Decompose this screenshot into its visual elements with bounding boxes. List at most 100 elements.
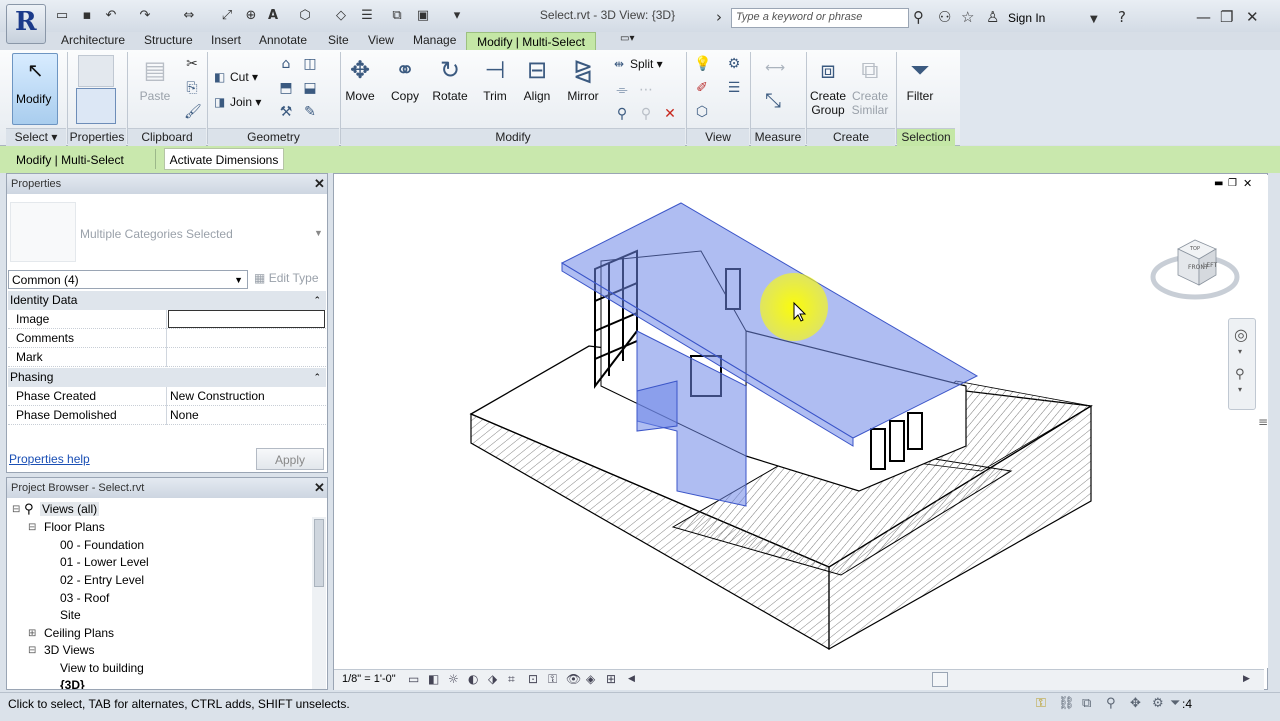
view-restore-icon[interactable]: ❐ [1228,178,1237,189]
type-selector-dropdown-icon[interactable]: ▼ [314,228,323,238]
text-icon[interactable]: A [266,9,280,23]
sign-in-button[interactable]: Sign In [1008,11,1045,25]
create-similar-button[interactable]: ⧉ Create Similar [850,55,890,117]
sun-path-icon[interactable]: ☼ [448,672,459,686]
measure-icon[interactable]: ⇔ [182,9,196,23]
tree-item-floor-plan[interactable]: 01 - Lower Level [60,555,149,569]
redo-icon[interactable]: ↷ [138,9,152,23]
search-toggle-icon[interactable]: › [716,9,722,25]
tab-view[interactable]: View [368,33,394,47]
project-browser-close-icon[interactable]: ✕ [314,480,325,496]
properties-help-link[interactable]: Properties help [9,452,90,466]
chevron-down-icon[interactable]: ▾ [1238,385,1242,394]
zoom-icon[interactable]: ⚲ [1235,367,1245,382]
steering-wheel-icon[interactable]: ◎ [1234,325,1248,344]
customize-qat-icon[interactable]: ▾ [450,9,464,23]
join-button[interactable]: ◨ Join ▾ [214,95,261,109]
select-pinned-icon[interactable]: ⚲ [1106,696,1116,711]
property-value[interactable]: New Construction [170,387,265,406]
dimension-icon[interactable]: ⤢ [220,9,234,23]
cut-clipboard-icon[interactable]: ✂ [184,56,200,72]
remove-paint-icon[interactable]: ✎ [302,104,318,120]
tree-item-ceiling-plans[interactable]: Ceiling Plans [44,626,114,640]
lock-3d-view-icon[interactable]: ⚿ [548,672,557,687]
view-scale[interactable]: 1/8" = 1'-0" [342,673,396,685]
modify-button[interactable]: ↖ Modify [12,53,58,125]
tree-item-3d-views[interactable]: 3D Views [44,643,94,657]
show-crop-icon[interactable]: ⊡ [528,672,538,686]
array-icon[interactable]: ⋯ [638,82,654,98]
offset-icon[interactable]: ⌯ [614,82,630,98]
search-input[interactable]: Type a keyword or phrase [731,8,909,28]
scrollbar-grip-icon[interactable]: ≡ [1258,415,1268,429]
collapse-icon[interactable]: ⊟ [28,522,36,533]
drag-elements-icon[interactable]: ⚙ [1152,696,1164,711]
dimension-measure-icon[interactable]: ⤡ [758,90,788,110]
undo-icon[interactable]: ↶ [104,9,118,23]
expand-icon[interactable]: ⊞ [28,628,36,639]
visual-style-icon[interactable]: ◧ [428,672,439,686]
filter-button[interactable]: ⏷ Filter [902,55,938,103]
tab-manage[interactable]: Manage [413,33,456,47]
favorites-star-icon[interactable]: ☆ [961,9,974,25]
tab-structure[interactable]: Structure [144,33,193,47]
paint-icon[interactable]: ⬓ [302,80,318,96]
split-face-icon[interactable]: ⬒ [278,80,294,96]
detail-level-icon[interactable]: ▭ [408,672,419,686]
close-hidden-icon[interactable]: ⧉ [390,9,404,23]
tab-site[interactable]: Site [328,33,349,47]
analytical-model-icon[interactable]: ⊞ [606,672,616,686]
select-panel-title[interactable]: Select ▾ [6,128,66,146]
viewcube-graphic[interactable]: FRONT LEFT TOP [1150,235,1240,305]
sign-in-dropdown-icon[interactable]: ▼ [1090,12,1098,28]
select-underlay-icon[interactable]: ⧉ [1082,696,1091,711]
open-icon[interactable]: ▭ [55,9,69,23]
shadows-icon[interactable]: ◐ [468,672,478,686]
chevron-down-icon[interactable]: ▾ [1238,347,1242,356]
select-links-icon[interactable]: ⛓ [1058,696,1075,711]
property-row[interactable]: Phase Created New Construction [8,387,326,406]
minimize-icon[interactable]: — [1196,9,1211,25]
split-button[interactable]: ⇹ Split ▾ [614,57,663,71]
switch-windows-icon[interactable]: ▣ [416,9,430,23]
hide-element-icon[interactable]: 💡 [694,56,711,72]
rotate-button[interactable]: ↻ Rotate [430,55,470,103]
mirror-button[interactable]: ⧎ Mirror [564,55,602,103]
properties-palette-icon[interactable] [76,88,116,124]
demolish-icon[interactable]: ⚒ [278,104,294,120]
wall-joins-icon[interactable]: ⌂ [278,56,294,72]
tab-annotate[interactable]: Annotate [259,33,307,47]
temporary-hide-icon[interactable]: 👁 [566,672,581,686]
tab-insert[interactable]: Insert [211,33,241,47]
override-graphics-icon[interactable]: ⚙ [726,56,742,72]
drawing-area[interactable] [333,173,1268,690]
save-icon[interactable]: ▪ [80,9,94,23]
restore-icon[interactable]: ❐ [1220,9,1233,25]
copy-button[interactable]: ⚭ Copy [386,55,424,103]
subscription-icon[interactable]: ⚇ [938,9,951,25]
property-row[interactable]: Comments [8,329,326,348]
property-row[interactable]: Phase Demolished None [8,406,326,425]
tab-architecture[interactable]: Architecture [61,33,125,47]
viewcube-left-label[interactable]: LEFT [1203,262,1217,269]
tree-item-views-all[interactable]: Views (all) [40,502,100,516]
tag-icon[interactable]: ⊕ [244,9,258,23]
activate-dimensions-button[interactable]: Activate Dimensions [164,148,284,170]
tree-item-3d-view[interactable]: View to building [60,661,144,675]
type-properties-icon[interactable] [78,55,114,87]
group-phasing[interactable]: Phasing ⌃ [8,368,326,387]
property-row[interactable]: Mark [8,348,326,367]
application-menu-button[interactable]: R [6,4,46,44]
horizontal-scrollbar-thumb[interactable] [932,672,948,687]
tree-item-floor-plans[interactable]: Floor Plans [44,520,105,534]
tree-item-floor-plan[interactable]: 00 - Foundation [60,538,144,552]
copy-clipboard-icon[interactable]: ⎘ [184,80,200,96]
view-cube-small-icon[interactable]: ⬡ [694,104,710,120]
unpin-icon[interactable]: ⚲ [638,106,654,122]
cut-geometry-button[interactable]: ◧ Cut ▾ [214,70,258,84]
align-button[interactable]: ⊟ Align [518,55,556,103]
cope-icon[interactable]: ◫ [302,56,318,72]
ribbon-minimize-icon[interactable]: ▭▾ [620,33,634,44]
linework-icon[interactable]: ✐ [694,80,710,96]
properties-close-icon[interactable]: ✕ [314,176,325,192]
